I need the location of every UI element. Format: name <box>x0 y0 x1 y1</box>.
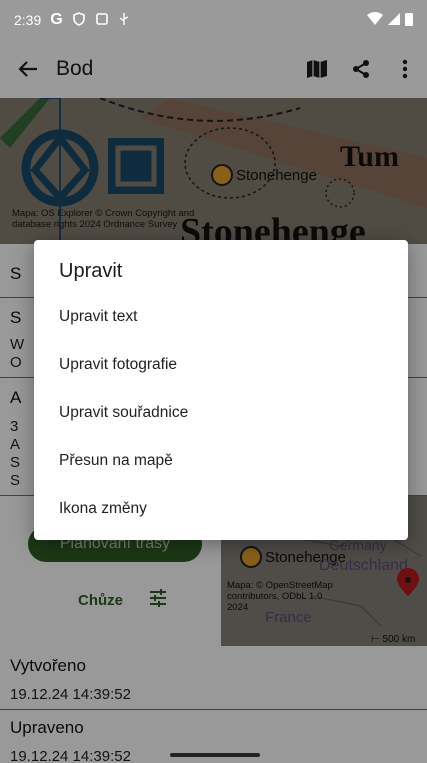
app-bar: Bod <box>0 40 427 98</box>
arrow-left-icon <box>18 61 37 77</box>
google-icon: G <box>50 11 63 28</box>
map-icon <box>307 60 327 78</box>
map-button[interactable] <box>295 40 339 98</box>
screen-icon <box>95 12 109 29</box>
back-button[interactable] <box>0 40 56 98</box>
shield-icon <box>72 11 86 29</box>
usb-icon <box>118 12 130 29</box>
status-time: 2:39 <box>14 12 42 28</box>
signal-icon <box>388 12 400 28</box>
menu-item-edit-text[interactable]: Upravit text <box>34 293 408 341</box>
dialog-title: Upravit <box>59 260 123 282</box>
more-vert-icon <box>402 59 408 79</box>
share-icon <box>353 60 369 78</box>
menu-item-edit-coordinates[interactable]: Upravit souřadnice <box>34 389 408 437</box>
share-button[interactable] <box>339 40 383 98</box>
edit-dialog: Upravit Upravit text Upravit fotografie … <box>34 240 408 540</box>
menu-item-edit-photos[interactable]: Upravit fotografie <box>34 341 408 389</box>
menu-item-move-on-map[interactable]: Přesun na mapě <box>34 437 408 485</box>
wifi-icon <box>367 12 383 28</box>
status-bar: 2:39 G <box>0 0 427 40</box>
gesture-bar[interactable] <box>170 753 260 757</box>
battery-icon <box>405 12 413 29</box>
page-title: Bod <box>56 57 94 80</box>
more-button[interactable] <box>383 40 427 98</box>
menu-item-change-icon[interactable]: Ikona změny <box>34 485 408 533</box>
